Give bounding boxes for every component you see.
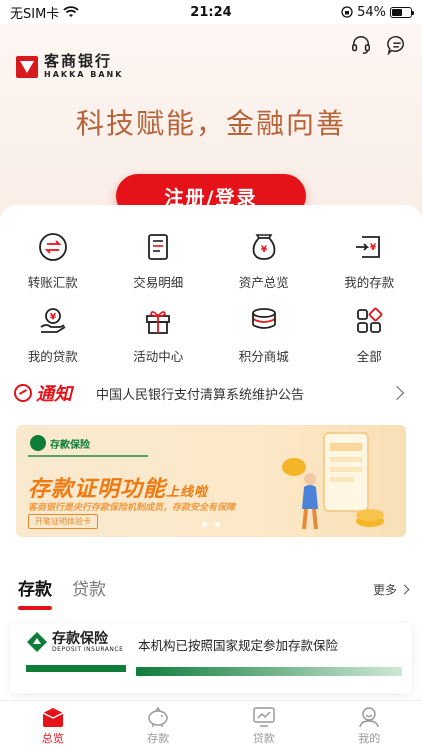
main-content: 转账汇款 交易明细 ¥ 资产总览 ¥ 我的存款 ¥ 我的贷款 活动中心 积分商城… (0, 205, 422, 705)
tabbar-label: 总览 (41, 731, 64, 745)
quick-action-label: 积分商城 (238, 349, 289, 364)
clock: 21:24 (190, 4, 232, 20)
deposit-insurance-text: 本机构已按照国家规定参加存款保险 (138, 638, 339, 653)
banner-cta[interactable]: 开笔证明体验卡 (28, 514, 98, 529)
banner-divider (28, 455, 148, 457)
user-icon (359, 706, 379, 727)
quick-action-label: 转账汇款 (27, 275, 78, 290)
tab-deposit[interactable]: 存款 (18, 575, 52, 610)
points-mall-icon (251, 308, 276, 329)
chart-monitor-icon (253, 706, 275, 727)
quick-action-label: 全部 (356, 349, 382, 364)
battery-icon (390, 6, 414, 18)
deposit-insurance-cn: 存款保险 (52, 630, 108, 647)
quick-action-my-deposit[interactable]: ¥ 我的存款 (317, 231, 422, 291)
my-loan-icon: ¥ (40, 308, 66, 333)
banner-illustration (282, 432, 384, 530)
svg-text:¥: ¥ (50, 313, 57, 323)
tabbar-label: 我的 (358, 731, 381, 745)
tabbar-mine[interactable]: 我的 (317, 701, 422, 750)
quick-action-all[interactable]: 全部 (317, 305, 422, 365)
customer-service-icon[interactable] (350, 34, 372, 56)
banner-badge: 存款保险 (30, 435, 90, 451)
carousel-dots (202, 522, 220, 527)
deposit-insurance-bar (136, 667, 402, 676)
banner-title: 存款证明功能上线啦 (28, 471, 208, 503)
deposit-insurance-en: DEPOSIT INSURANCE (52, 645, 124, 653)
carousel-dot[interactable] (215, 522, 220, 527)
notice-text: 中国人民银行支付清算系统维护公告 (96, 387, 305, 403)
home-icon (42, 707, 64, 727)
svg-text:¥: ¥ (370, 243, 377, 253)
deposit-insurance-ribbon (26, 665, 126, 672)
banner-title-small: 上线啦 (166, 485, 209, 500)
quick-action-label: 活动中心 (133, 349, 184, 364)
slogan: 科技赋能，金融向善 (75, 107, 346, 140)
tabbar-label: 贷款 (252, 731, 275, 745)
quick-action-my-loan[interactable]: ¥ 我的贷款 (0, 305, 106, 365)
quick-action-activity-center[interactable]: 活动中心 (106, 305, 212, 365)
hero-header: 客商银行 HAKKA BANK 科技赋能，金融向善 注册/登录 (0, 24, 422, 224)
notice-icon (14, 384, 32, 402)
more-label: 更多 (372, 583, 397, 597)
deposit-insurance-icon (27, 632, 47, 652)
banner-subtitle: 客商银行是央行存款保险机制成员，存款安全有保障 (28, 503, 236, 513)
deposit-insurance-icon (30, 435, 46, 451)
battery-percent: 54% (357, 4, 386, 20)
quick-action-transfer[interactable]: 转账汇款 (0, 231, 106, 291)
quick-action-label: 我的存款 (344, 275, 395, 290)
wifi-icon (63, 6, 79, 17)
quick-action-points-mall[interactable]: 积分商城 (211, 305, 317, 365)
quick-action-assets[interactable]: ¥ 资产总览 (211, 231, 317, 291)
gift-icon (146, 311, 171, 334)
asset-overview-icon: ¥ (252, 234, 276, 260)
deposit-insurance-logo: 存款保险 DEPOSIT INSURANCE (26, 631, 123, 653)
carrier-label: 无SIM卡 (10, 6, 60, 22)
piggy-bank-icon (148, 706, 168, 727)
my-deposit-icon: ¥ (356, 236, 381, 258)
orientation-lock-icon (341, 6, 353, 18)
all-apps-icon (357, 307, 383, 333)
banner-title-main: 存款证明功能 (28, 477, 167, 502)
tabbar-label: 存款 (147, 731, 170, 745)
banner-badge-label: 存款保险 (50, 439, 90, 451)
deposit-insurance-card[interactable]: 存款保险 DEPOSIT INSURANCE 本机构已按照国家规定参加存款保险 (10, 623, 412, 693)
quick-actions-grid: 转账汇款 交易明细 ¥ 资产总览 ¥ 我的存款 ¥ 我的贷款 活动中心 积分商城… (0, 231, 422, 365)
quick-action-transactions[interactable]: 交易明细 (106, 231, 212, 291)
chevron-right-icon (389, 385, 405, 401)
product-tabs: 存款 贷款 更多 (18, 575, 410, 610)
message-icon[interactable] (386, 34, 408, 56)
quick-action-label: 资产总览 (238, 275, 289, 290)
bank-name-cn: 客商银行 (44, 52, 113, 70)
chevron-right-icon (399, 584, 410, 595)
tabbar-loan[interactable]: 贷款 (211, 701, 317, 750)
bottom-tab-bar: 总览 存款 贷款 我的 (0, 700, 422, 750)
tabbar-overview[interactable]: 总览 (0, 701, 106, 750)
quick-action-label: 我的贷款 (27, 349, 78, 364)
bank-logo-icon (16, 55, 38, 78)
notice-bar[interactable]: 通知 中国人民银行支付清算系统维护公告 (0, 377, 422, 409)
status-bar: 无SIM卡 21:24 54% (0, 0, 422, 24)
carousel-dot[interactable] (202, 522, 207, 527)
transaction-detail-icon (148, 234, 169, 260)
quick-action-label: 交易明细 (133, 275, 184, 290)
bank-name-en: HAKKA BANK (44, 70, 124, 79)
more-link[interactable]: 更多 (372, 581, 410, 598)
tabbar-deposit[interactable]: 存款 (106, 701, 212, 750)
tab-loan[interactable]: 贷款 (72, 575, 106, 606)
promo-banner[interactable]: 存款保险 存款证明功能上线啦 客商银行是央行存款保险机制成员，存款安全有保障 开… (16, 425, 406, 537)
transfer-icon (38, 233, 67, 261)
notice-logo: 通知 (14, 380, 72, 406)
notice-title: 通知 (36, 384, 72, 405)
svg-text:¥: ¥ (261, 245, 268, 255)
bank-logo: 客商银行 HAKKA BANK (16, 54, 123, 79)
